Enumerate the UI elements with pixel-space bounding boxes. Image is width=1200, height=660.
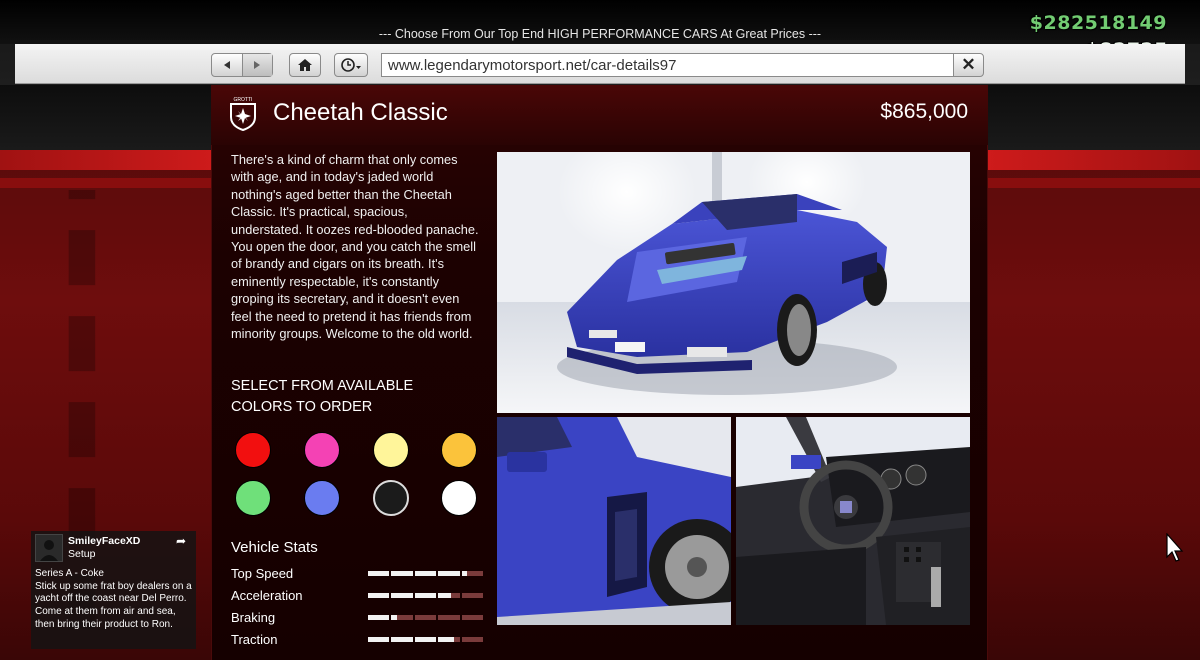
grotti-brand-icon: GROTTI <box>230 97 256 131</box>
notification-sender: SmileyFaceXD <box>68 535 141 547</box>
stat-label-acceleration: Acceleration <box>231 588 303 603</box>
stat-bar-segment <box>414 571 437 576</box>
stat-bar-fill <box>368 571 390 576</box>
stat-bar-segment <box>368 615 390 620</box>
stat-bar-segment <box>438 637 460 642</box>
car-price: $865,000 <box>880 100 968 123</box>
brand-logo-text: GROTTI <box>234 97 253 103</box>
stat-bar-fill <box>368 615 390 620</box>
stat-bar-fill <box>438 571 460 576</box>
stat-bar-segment <box>391 593 413 598</box>
notification-subtitle: Setup <box>68 548 96 560</box>
stat-bar-fill <box>368 637 390 642</box>
stat-bar-segment <box>368 571 390 576</box>
stat-bar-fill <box>368 593 390 598</box>
vehicle-stats-title: Vehicle Stats <box>231 539 318 556</box>
stat-bar-segment <box>368 637 390 642</box>
color-swatch-blue[interactable] <box>304 480 340 516</box>
color-swatch-pink[interactable] <box>304 432 340 468</box>
stat-label-braking: Braking <box>231 610 276 625</box>
stat-bar-fill <box>391 615 397 620</box>
close-button[interactable]: ✕ <box>953 53 984 77</box>
stat-bar-fill <box>414 637 437 642</box>
notification-body-text: Stick up some frat boy dealers on a yach… <box>35 580 192 630</box>
stat-bar-segment <box>391 615 413 620</box>
stat-bar-segment <box>461 571 484 576</box>
stat-bar-segment <box>438 615 460 620</box>
stat-bar-segment <box>368 593 390 598</box>
stat-bar-fill <box>391 593 413 598</box>
stat-bar-top-speed <box>368 571 484 576</box>
site-banner: --- Choose From Our Top End HIGH PERFORM… <box>378 27 822 41</box>
color-swatch-orange[interactable] <box>441 432 477 468</box>
stat-bar-acceleration <box>368 593 484 598</box>
stat-bar-fill <box>391 637 413 642</box>
stat-bar-segment <box>414 615 437 620</box>
notification-body-title: Series A - Coke <box>35 568 104 579</box>
stat-bar-segment <box>391 571 413 576</box>
color-swatch-black[interactable] <box>373 480 409 516</box>
stat-bar-fill <box>391 571 413 576</box>
color-swatch-white[interactable] <box>441 480 477 516</box>
stat-label-top-speed: Top Speed <box>231 566 294 581</box>
car-description: There's a kind of charm that only comes … <box>231 152 479 342</box>
mouse-cursor-icon <box>1166 533 1184 562</box>
stat-bar-segment <box>414 593 437 598</box>
stat-bar-traction <box>368 637 484 642</box>
stat-bar-segment <box>461 593 484 598</box>
home-icon <box>298 59 312 71</box>
stat-bar-segment <box>438 571 460 576</box>
stat-bar-fill <box>414 593 437 598</box>
car-photo-interior[interactable] <box>736 417 970 625</box>
browser-toolbar-extension <box>1015 44 1185 84</box>
stat-bar-segment <box>461 615 484 620</box>
colors-title: SELECT FROM AVAILABLE COLORS TO ORDER <box>231 378 414 415</box>
color-swatch-cream[interactable] <box>373 432 409 468</box>
stat-bar-fill <box>438 593 452 598</box>
color-swatch-green[interactable] <box>235 480 271 516</box>
car-photo-side[interactable] <box>497 417 731 625</box>
bank-balance: $282518149 <box>1029 12 1167 34</box>
nav-buttons <box>211 53 273 77</box>
history-button[interactable] <box>334 53 368 77</box>
clock-icon <box>341 58 361 72</box>
stat-bar-fill <box>461 571 467 576</box>
back-arrow-icon <box>223 61 230 69</box>
address-bar[interactable]: www.legendarymotorsport.net/car-details9… <box>381 53 954 77</box>
stat-label-traction: Traction <box>231 632 278 647</box>
reply-arrow-icon: ➦ <box>176 534 187 548</box>
stat-bar-braking <box>368 615 484 620</box>
stat-bar-segment <box>438 593 460 598</box>
forward-button[interactable] <box>241 54 272 76</box>
car-name: Cheetah Classic <box>273 99 448 126</box>
sender-avatar <box>35 534 63 562</box>
notification-body: Series A - Coke Stick up some frat boy d… <box>35 568 193 632</box>
stat-bar-segment <box>391 637 413 642</box>
stat-bar-fill <box>414 571 437 576</box>
forward-arrow-icon <box>254 61 261 69</box>
color-swatch-red[interactable] <box>235 432 271 468</box>
back-button[interactable] <box>212 54 242 76</box>
stat-bar-segment <box>461 637 484 642</box>
stat-bar-fill <box>438 637 455 642</box>
stat-bar-segment <box>414 637 437 642</box>
car-photo-front[interactable] <box>497 152 970 413</box>
close-icon: ✕ <box>961 55 976 74</box>
home-button[interactable] <box>289 53 321 77</box>
